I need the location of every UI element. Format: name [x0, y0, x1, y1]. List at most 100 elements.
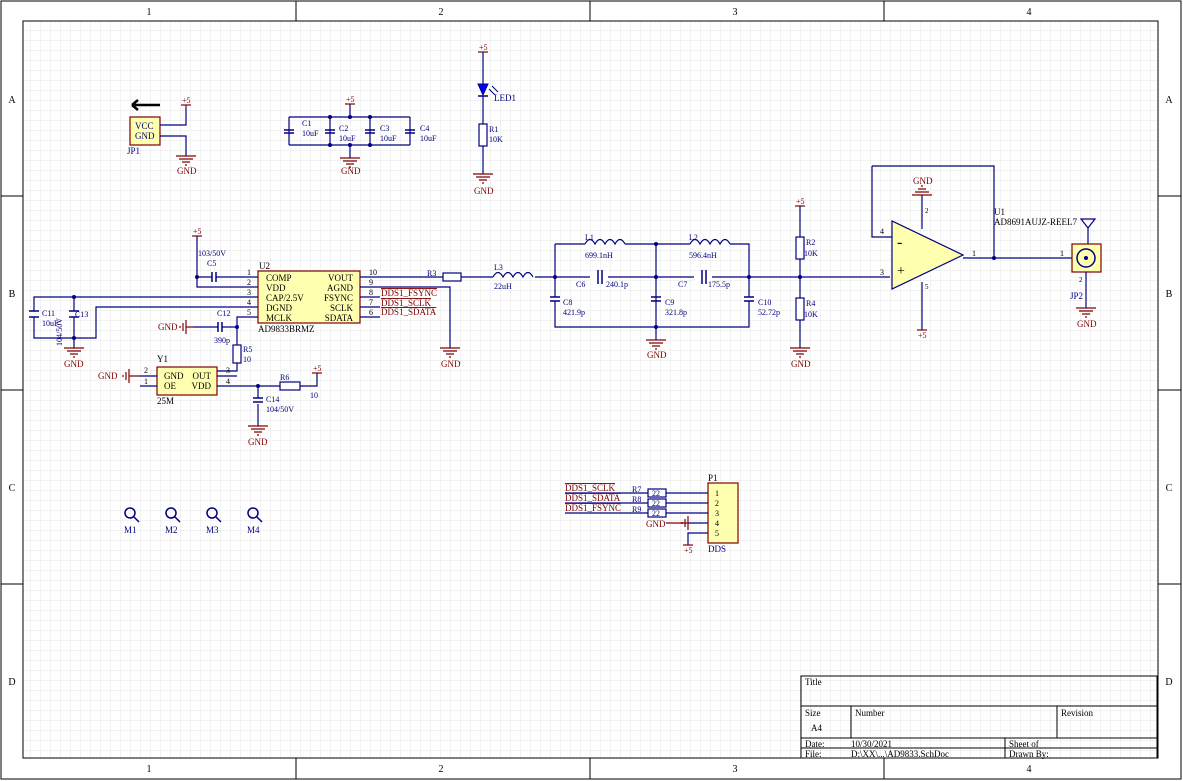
- col-label-top-4: 4: [1027, 7, 1032, 18]
- svg-text:GND: GND: [341, 166, 361, 176]
- svg-text:GND: GND: [791, 359, 811, 369]
- m1-ref: M1: [124, 525, 137, 535]
- c10-value: 52.72p: [758, 308, 780, 317]
- u1-pin5-num: 5: [925, 283, 929, 291]
- m4-ref: M4: [247, 525, 260, 535]
- date-label: Date:: [805, 739, 825, 749]
- r8-ref: R8: [632, 495, 641, 504]
- r8-value: 22: [652, 499, 660, 508]
- row-label-right-d: D: [1165, 677, 1172, 688]
- p1-pin2: 2: [715, 499, 719, 508]
- c7-value: 175.5p: [708, 280, 730, 289]
- u2-pin3-num: 3: [247, 288, 251, 297]
- r2-ref: R2: [806, 238, 815, 247]
- c1-value: 10uF: [302, 129, 319, 138]
- u2-pin8-num: 8: [369, 288, 373, 297]
- c6-value: 240.1p: [606, 280, 628, 289]
- c5-ref: C5: [207, 259, 216, 268]
- u1-pin4-num: 4: [880, 227, 884, 236]
- u1-part: AD8691AUJZ-REEL7: [994, 217, 1077, 227]
- p1-gnd-label: GND: [646, 519, 666, 529]
- p1-pin1: 1: [715, 489, 719, 498]
- l3-value: 22uH: [494, 282, 512, 291]
- date-value: 10/30/2021: [851, 739, 892, 749]
- svg-text:GND: GND: [158, 322, 178, 332]
- file-value: D:\XX\...\AD9833.SchDoc: [851, 749, 949, 759]
- u2-pin-fsync: FSYNC: [324, 293, 353, 303]
- u2-pin9-num: 9: [369, 278, 373, 287]
- c9-value: 321.8p: [665, 308, 687, 317]
- svg-text:+5: +5: [796, 197, 805, 206]
- c11-ref: C11: [42, 309, 55, 318]
- c14-ref: C14: [266, 395, 279, 404]
- c12-ref: C12: [217, 309, 230, 318]
- u2-pin4-num: 4: [247, 298, 251, 307]
- c12-value: 390p: [214, 336, 230, 345]
- l1-ref: L1: [585, 233, 594, 242]
- net-label-dds1-fsync: DDS1_FSYNC: [381, 288, 437, 298]
- c14-value: 104/50V: [266, 405, 294, 414]
- r9-value: 22: [652, 509, 660, 518]
- p1-vcc-label: +5: [684, 546, 693, 555]
- u1-gnd-label: GND: [913, 176, 933, 186]
- row-label-right-b: B: [1166, 289, 1173, 300]
- schematic-sheet: 1 2 3 4 1 2 3 4 A B C D A B C D VCC GND …: [0, 0, 1182, 780]
- r7-ref: R7: [632, 485, 641, 494]
- r3-ref: R3: [427, 269, 436, 278]
- y1-pin-gnd: GND: [164, 371, 184, 381]
- svg-text:GND: GND: [64, 359, 84, 369]
- u1-pin1-num: 1: [972, 249, 976, 258]
- u2-pin2-num: 2: [247, 278, 251, 287]
- p1-net-dds1-fsync: DDS1_FSYNC: [565, 503, 621, 513]
- y1-pin-out: OUT: [193, 371, 212, 381]
- drawn-by-label: Drawn By:: [1009, 749, 1049, 759]
- u2-pin6-num: 6: [369, 308, 373, 317]
- c13-value: 104/50V: [55, 318, 64, 346]
- jp2-pin1-num: 1: [1060, 249, 1064, 258]
- svg-text:+5: +5: [193, 227, 202, 236]
- m2-ref: M2: [165, 525, 178, 535]
- p1-pin3: 3: [715, 509, 719, 518]
- svg-text:GND: GND: [177, 166, 197, 176]
- svg-text:GND: GND: [647, 350, 667, 360]
- y1-num-2: 2: [144, 366, 148, 375]
- c5-value: 103/50V: [198, 249, 226, 258]
- svg-text:GND: GND: [248, 437, 268, 447]
- y1-ref: Y1: [157, 354, 168, 364]
- svg-text:+5: +5: [346, 95, 355, 104]
- y1-num-4: 4: [226, 377, 230, 386]
- size-value: A4: [811, 723, 822, 733]
- u2-ad9833-chip[interactable]: [238, 270, 380, 324]
- size-label: Size: [805, 708, 821, 718]
- r1-ref: R1: [489, 125, 498, 134]
- c3-ref: C3: [380, 124, 389, 133]
- u2-pin-vout: VOUT: [328, 273, 353, 283]
- jp2-gnd-label: GND: [1077, 319, 1097, 329]
- c10-ref: C10: [758, 298, 771, 307]
- c2-ref: C2: [339, 124, 348, 133]
- p1-net-dds1-sclk: DDS1_SCLK: [565, 483, 616, 493]
- u2-pin1-num: 1: [247, 268, 251, 277]
- c1-ref: C1: [302, 119, 311, 128]
- u2-pin5-num: 5: [247, 308, 251, 317]
- p1-pin4: 4: [715, 519, 719, 528]
- u2-pin-sdata: SDATA: [325, 313, 354, 323]
- sheet-label: Sheet of: [1009, 739, 1039, 749]
- col-label-bottom-2: 2: [439, 764, 444, 775]
- file-label: File:: [805, 749, 822, 759]
- l2-value: 596.4nH: [689, 251, 717, 260]
- c3-value: 10uF: [380, 134, 397, 143]
- c4-ref: C4: [420, 124, 429, 133]
- u2-pin-sclk: SCLK: [330, 303, 354, 313]
- row-label-left-c: C: [9, 483, 16, 494]
- p1-net-dds1-sdata: DDS1_SDATA: [565, 493, 621, 503]
- col-label-top-2: 2: [439, 7, 444, 18]
- col-label-top-3: 3: [733, 7, 738, 18]
- l2-ref: L2: [689, 233, 698, 242]
- u2-ref: U2: [259, 261, 270, 271]
- u2-pin-comp: COMP: [266, 273, 292, 283]
- col-label-bottom-3: 3: [733, 764, 738, 775]
- r4-ref: R4: [806, 299, 815, 308]
- c8-value: 421.9p: [563, 308, 585, 317]
- u1-minus: -: [897, 234, 902, 251]
